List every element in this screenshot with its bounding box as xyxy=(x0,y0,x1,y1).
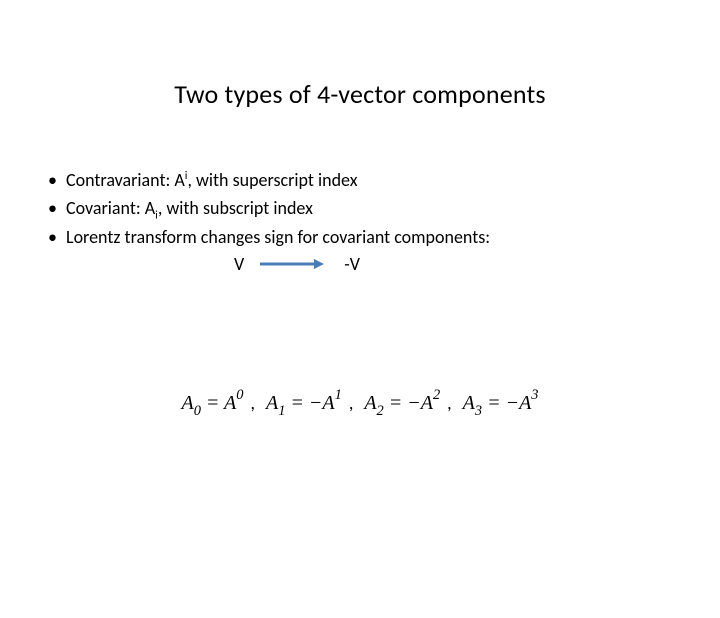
equation-a1: A1 = −A1 xyxy=(266,392,342,415)
eq-lhs-sub: 1 xyxy=(278,403,285,419)
lorentz-v-right: -V xyxy=(344,253,360,275)
eq-rhs-base: A xyxy=(224,392,236,414)
slide-title: Two types of 4-vector components xyxy=(0,78,720,110)
eq-lhs-base: A xyxy=(181,392,193,414)
eq-lhs-sub: 2 xyxy=(377,403,384,419)
bullet-covariant: Covariant: Ai, with subscript index xyxy=(40,196,720,220)
equation-a0: A0 = A0 xyxy=(181,392,243,415)
lorentz-v-left: V xyxy=(234,253,244,275)
eq-equals: = − xyxy=(482,392,519,414)
eq-equals: = xyxy=(201,392,224,414)
eq-lhs-base: A xyxy=(463,392,475,414)
arrow-icon xyxy=(260,258,324,270)
eq-lhs-sub: 0 xyxy=(194,403,201,419)
comma: , xyxy=(250,392,255,414)
eq-rhs-sup: 3 xyxy=(531,387,538,403)
bullet-text: , with superscript index xyxy=(187,169,357,191)
comma: , xyxy=(447,392,452,414)
slide: Two types of 4-vector components Contrav… xyxy=(0,78,720,618)
eq-rhs-base: A xyxy=(421,392,433,414)
bullet-list: Contravariant: Ai, with superscript inde… xyxy=(40,168,720,249)
eq-rhs-base: A xyxy=(322,392,334,414)
equations-row: A0 = A0 , A1 = −A1 , A2 = −A2 , A3 = −A3 xyxy=(0,392,720,415)
eq-rhs-sup: 0 xyxy=(236,387,243,403)
eq-lhs-base: A xyxy=(364,392,376,414)
eq-lhs-sub: 3 xyxy=(475,403,482,419)
eq-rhs-sup: 2 xyxy=(433,387,440,403)
bullet-text: Contravariant: A xyxy=(66,169,185,191)
bullet-text: , with subscript index xyxy=(158,197,313,219)
eq-rhs-sup: 1 xyxy=(335,387,342,403)
bullet-lorentz: Lorentz transform changes sign for covar… xyxy=(40,225,720,249)
bullet-text: Lorentz transform changes sign for covar… xyxy=(66,226,490,248)
bullet-contravariant: Contravariant: Ai, with superscript inde… xyxy=(40,168,720,192)
eq-rhs-base: A xyxy=(519,392,531,414)
comma: , xyxy=(349,392,354,414)
lorentz-transform-row: V -V xyxy=(0,253,720,275)
eq-lhs-base: A xyxy=(266,392,278,414)
bullet-text: Covariant: A xyxy=(66,197,155,219)
eq-equals: = − xyxy=(384,392,421,414)
equation-a3: A3 = −A3 xyxy=(463,392,539,415)
eq-equals: = − xyxy=(285,392,322,414)
equation-a2: A2 = −A2 xyxy=(364,392,440,415)
